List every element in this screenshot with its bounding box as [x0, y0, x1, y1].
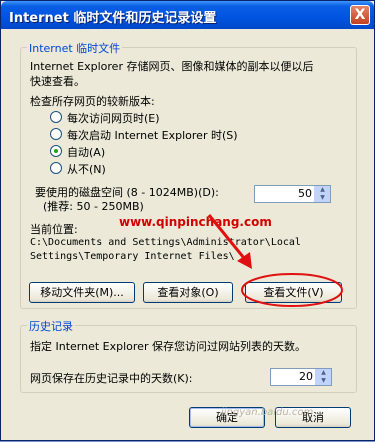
settings-dialog: Internet 临时文件和历史记录设置 X Internet 临时文件 Int… [0, 0, 375, 441]
history-legend: 历史记录 [27, 318, 75, 334]
watermark-bottom: jingyan.baidu.com [221, 407, 314, 418]
history-group: 历史记录 指定 Internet Explorer 保存您访问过网站列表的天数。… [20, 318, 357, 393]
red-arrow [207, 214, 250, 264]
spin-down-icon[interactable]: ▼ [316, 377, 331, 385]
history-days-value: 20 [299, 370, 313, 383]
history-desc: 指定 Internet Explorer 保存您访问过网站列表的天数。 [30, 340, 306, 353]
red-highlight-circle [241, 273, 343, 307]
history-days-spinner[interactable]: ▲ ▼ [315, 369, 331, 385]
history-days-input[interactable]: 20 ▲ ▼ [270, 368, 332, 386]
spin-up-icon[interactable]: ▲ [316, 369, 331, 377]
history-days-label: 网页保存在历史记录中的天数(K): [30, 372, 193, 385]
